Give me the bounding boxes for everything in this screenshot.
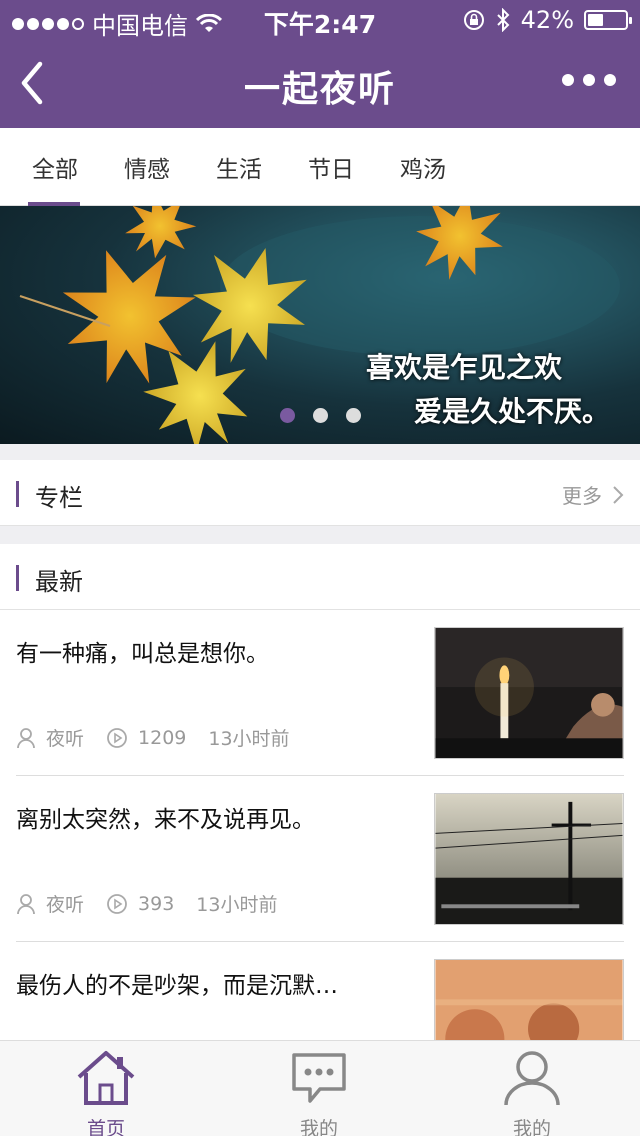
article-title: 离别太突然，来不及说再见。	[16, 807, 315, 833]
tab-life[interactable]: 生活	[216, 150, 262, 184]
column-section-header: 专栏 更多	[0, 460, 640, 526]
latest-section-title: 最新	[35, 568, 83, 596]
user-icon	[504, 1051, 560, 1106]
play-icon	[107, 893, 127, 914]
tab-emotion[interactable]: 情感	[124, 150, 170, 184]
article-title: 有一种痛，叫总是想你。	[16, 641, 269, 667]
banner-caption: 喜欢是乍见之欢 爱是久处不厌。	[366, 346, 610, 434]
page-title: 一起夜听	[243, 69, 396, 110]
bottom-tab-messages[interactable]: 我的	[249, 1049, 389, 1136]
article-author: 夜听	[46, 728, 85, 750]
pager-dot[interactable]	[280, 408, 295, 423]
bottom-tab-bar: 首页 我的 我的	[0, 1040, 640, 1136]
list-item[interactable]: 有一种痛，叫总是想你。 夜听 1209 13小时前	[16, 610, 624, 776]
bottom-tab-label: 我的	[512, 1118, 551, 1136]
bottom-tab-label: 首页	[86, 1118, 125, 1136]
article-author: 夜听	[46, 894, 85, 916]
more-menu-button[interactable]	[562, 74, 616, 86]
column-section-title: 专栏	[35, 484, 83, 512]
battery-percent: 42%	[520, 6, 574, 34]
article-plays: 1209	[138, 726, 187, 749]
section-accent-bar	[16, 481, 19, 507]
list-item[interactable]: 最伤人的不是吵架，而是沉默…	[16, 942, 624, 1040]
chevron-right-icon	[613, 485, 624, 504]
bluetooth-icon	[496, 8, 510, 32]
bottom-tab-profile[interactable]: 我的	[462, 1049, 602, 1136]
tab-all[interactable]: 全部	[32, 150, 78, 184]
rotation-lock-icon	[463, 10, 484, 30]
bottom-tab-label: 我的	[299, 1118, 338, 1136]
user-icon	[17, 727, 35, 748]
pager-dot[interactable]	[346, 408, 361, 423]
nav-bar: 一起夜听	[0, 40, 640, 128]
more-label: 更多	[562, 484, 602, 508]
banner-caption-line1: 喜欢是乍见之欢	[365, 351, 562, 384]
user-icon	[17, 893, 35, 914]
tab-inspiration[interactable]: 鸡汤	[400, 150, 446, 184]
top-bar: 中国电信 下午2:47 42% 一起夜听	[0, 0, 640, 128]
play-icon	[107, 727, 127, 748]
banner-pagination	[280, 408, 361, 423]
article-thumbnail	[434, 793, 624, 925]
article-thumbnail	[434, 627, 624, 759]
article-title: 最伤人的不是吵架，而是沉默…	[16, 973, 338, 999]
article-time: 13小时前	[196, 894, 278, 916]
article-thumbnail	[434, 959, 624, 1040]
article-plays: 393	[138, 892, 175, 915]
banner-caption-line2: 爱是久处不厌。	[413, 395, 610, 428]
column-more-link[interactable]: 更多	[562, 480, 624, 509]
list-item[interactable]: 离别太突然，来不及说再见。 夜听 393 13小时前	[16, 776, 624, 942]
latest-section-header: 最新	[0, 544, 640, 610]
article-list: 有一种痛，叫总是想你。 夜听 1209 13小时前 离别太突然，来不及说再见。	[0, 610, 640, 1040]
pager-dot[interactable]	[313, 408, 328, 423]
category-tabs: 全部 情感 生活 节日 鸡汤	[0, 128, 640, 206]
tab-festival[interactable]: 节日	[308, 150, 354, 184]
bottom-tab-home[interactable]: 首页	[36, 1049, 176, 1136]
chat-icon	[292, 1053, 346, 1103]
battery-icon	[584, 10, 632, 30]
section-accent-bar	[16, 565, 19, 591]
home-icon	[77, 1051, 135, 1105]
status-bar: 中国电信 下午2:47 42%	[0, 0, 640, 40]
article-time: 13小时前	[208, 728, 290, 750]
